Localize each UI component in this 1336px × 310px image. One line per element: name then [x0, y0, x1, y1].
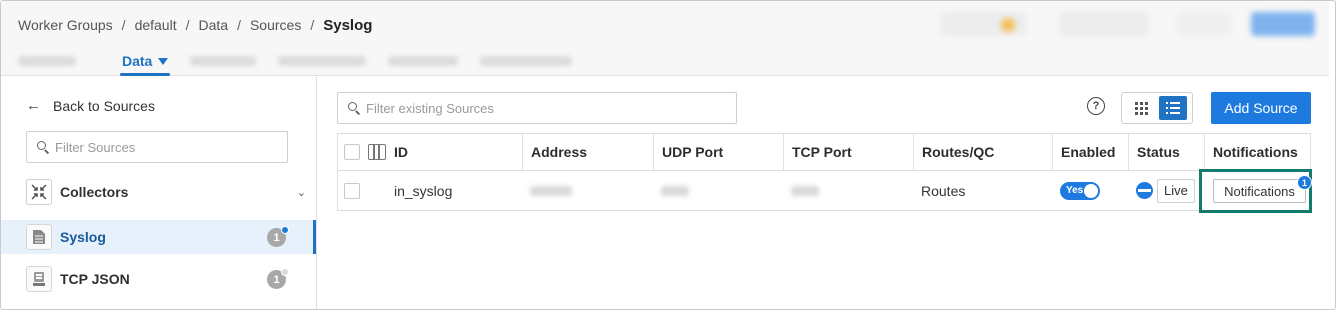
list-icon	[1165, 102, 1180, 114]
collectors-icon	[26, 179, 52, 205]
back-to-sources-label: Back to Sources	[53, 97, 155, 114]
status-minus-icon	[1136, 182, 1153, 199]
row-address	[522, 171, 653, 210]
row-status: Live	[1128, 171, 1204, 210]
arrow-left-icon: ←	[26, 97, 41, 114]
main-search	[337, 92, 737, 124]
top-tabs: Data	[18, 46, 594, 76]
breadcrumb-separator: /	[237, 17, 241, 33]
column-address[interactable]: Address	[522, 134, 653, 170]
sidebar-item-syslog[interactable]: Syslog 1	[1, 220, 316, 254]
grid-icon	[1135, 101, 1148, 115]
breadcrumb-separator: /	[185, 17, 190, 33]
toggle-knob	[1084, 183, 1098, 198]
sidebar-item-tcp-json[interactable]: TCP JSON 1	[1, 262, 316, 296]
back-to-sources-link[interactable]: ← Back to Sources	[26, 97, 155, 114]
column-status[interactable]: Status	[1128, 134, 1204, 170]
tab-data-label: Data	[122, 53, 153, 69]
add-source-button[interactable]: Add Source	[1211, 92, 1311, 124]
sidebar-item-label: TCP JSON	[60, 271, 130, 287]
row-tcp-port	[783, 171, 913, 210]
columns-icon[interactable]	[368, 144, 386, 160]
grid-view-button[interactable]	[1128, 96, 1156, 120]
header-select-cell	[338, 134, 388, 170]
breadcrumb-default[interactable]: default	[135, 17, 177, 33]
filter-existing-sources-input[interactable]	[366, 100, 736, 116]
header-status-indicator-icon	[1001, 18, 1015, 32]
breadcrumb-data[interactable]: Data	[199, 17, 229, 33]
enabled-toggle[interactable]: Yes	[1060, 181, 1100, 200]
chevron-down-icon[interactable]: ⌄	[297, 186, 306, 199]
header-secondary-button[interactable]	[1177, 12, 1232, 36]
row-select-cell	[338, 171, 388, 210]
table-row[interactable]: in_syslog Routes Yes Live	[337, 171, 1311, 211]
list-view-button[interactable]	[1158, 96, 1187, 120]
notifications-button[interactable]: Notifications	[1213, 179, 1306, 203]
column-routes-qc[interactable]: Routes/QC	[913, 134, 1052, 170]
column-tcp-port[interactable]: TCP Port	[783, 134, 913, 170]
redacted-address	[530, 185, 572, 196]
page-title: Syslog	[323, 17, 373, 34]
row-routes[interactable]: Routes	[913, 171, 1052, 210]
breadcrumb-separator: /	[310, 17, 315, 33]
tab-overview[interactable]	[18, 56, 76, 66]
server-icon	[26, 266, 52, 292]
column-notifications[interactable]: Notifications	[1204, 134, 1310, 170]
column-id[interactable]: ID	[388, 134, 522, 170]
select-all-checkbox[interactable]	[344, 144, 360, 160]
redacted-udp-port	[661, 185, 689, 196]
breadcrumb-worker-groups[interactable]: Worker Groups	[18, 17, 113, 33]
row-enabled: Yes	[1052, 171, 1128, 210]
breadcrumb-sources[interactable]: Sources	[250, 17, 301, 33]
page-header: Worker Groups / default / Data / Sources…	[1, 1, 1329, 76]
tab-data[interactable]: Data	[120, 46, 171, 76]
enabled-toggle-label: Yes	[1066, 185, 1084, 196]
search-icon	[37, 141, 49, 153]
tab-processing[interactable]	[278, 56, 367, 66]
breadcrumb: Worker Groups / default / Data / Sources…	[18, 17, 372, 34]
document-icon	[26, 224, 52, 250]
view-toggle	[1121, 92, 1193, 124]
tab-group-settings[interactable]	[480, 56, 573, 66]
notifications-count-badge: 1	[1297, 175, 1312, 190]
sidebar-search	[26, 131, 288, 163]
active-tab-indicator	[120, 73, 171, 76]
table-header: ID Address UDP Port TCP Port Routes/QC E…	[337, 133, 1311, 171]
search-icon	[348, 102, 360, 114]
chevron-down-icon	[158, 57, 169, 65]
sources-table: ID Address UDP Port TCP Port Routes/QC E…	[337, 133, 1311, 211]
column-enabled[interactable]: Enabled	[1052, 134, 1128, 170]
header-action-button[interactable]	[1059, 12, 1149, 36]
collectors-label: Collectors	[60, 184, 129, 200]
row-udp-port	[653, 171, 783, 210]
live-button[interactable]: Live	[1157, 178, 1195, 203]
tab-routing[interactable]	[190, 56, 257, 66]
column-udp-port[interactable]: UDP Port	[653, 134, 783, 170]
notification-dot	[281, 268, 289, 276]
help-icon[interactable]: ?	[1087, 97, 1105, 115]
redacted-tcp-port	[791, 185, 819, 196]
notification-dot	[281, 226, 289, 234]
header-primary-button[interactable]	[1251, 12, 1315, 36]
breadcrumb-separator: /	[121, 17, 126, 33]
tab-projects[interactable]	[388, 56, 459, 66]
sidebar: ← Back to Sources Collectors ⌄	[1, 77, 317, 309]
filter-sources-input[interactable]	[55, 139, 287, 155]
collectors-group-header[interactable]: Collectors ⌄	[26, 177, 308, 207]
row-checkbox[interactable]	[344, 182, 360, 199]
row-id[interactable]: in_syslog	[388, 171, 522, 210]
sidebar-item-label: Syslog	[60, 229, 106, 245]
